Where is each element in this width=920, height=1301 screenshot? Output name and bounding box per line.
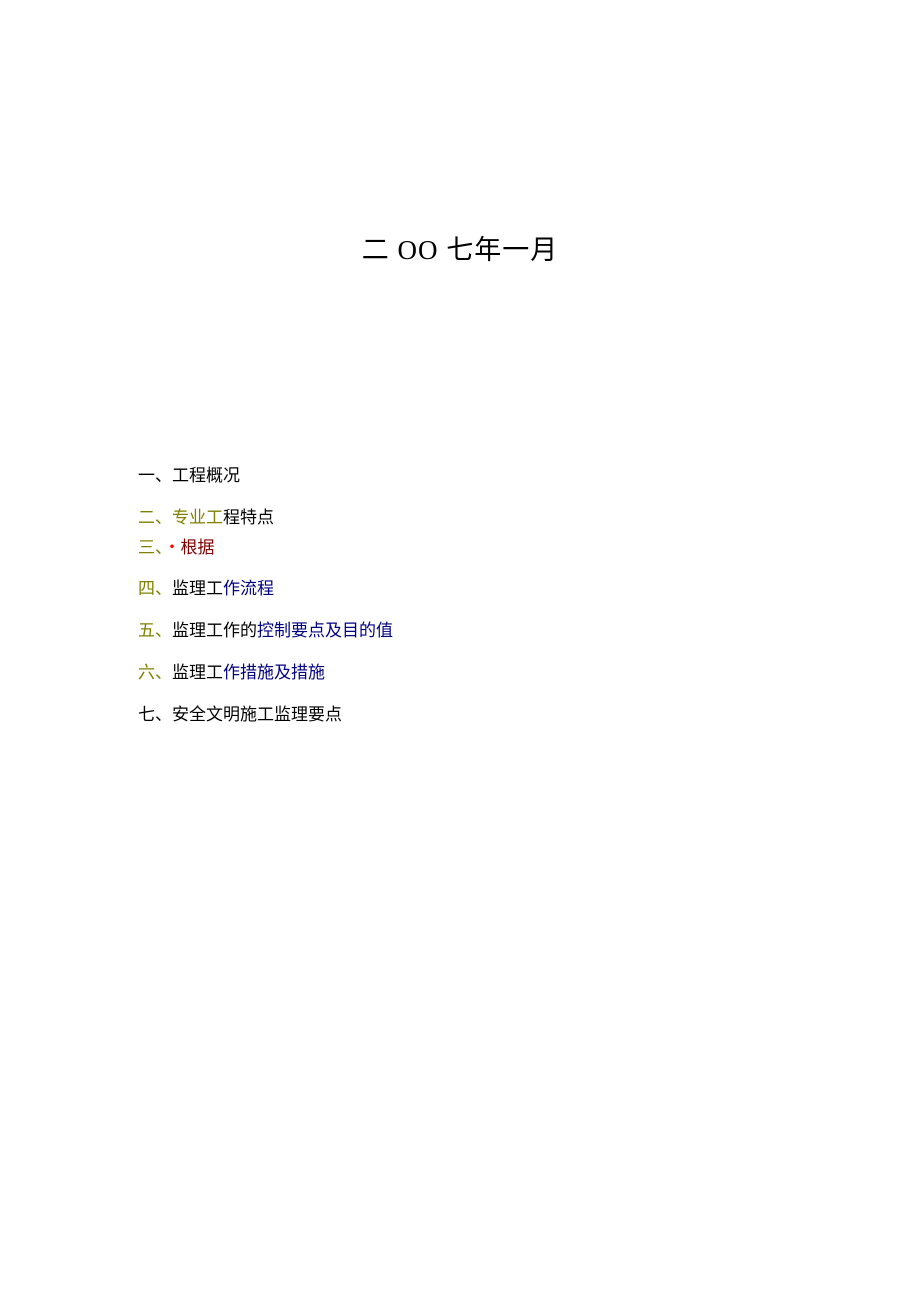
toc-item-6: 六、监理工作措施及措施	[138, 661, 393, 685]
toc-text: 根据	[181, 538, 215, 557]
toc-num: 二、	[138, 508, 172, 527]
toc-num: 七、	[138, 705, 172, 724]
toc-text: 作措施及措施	[223, 663, 325, 682]
toc-num: 六、	[138, 663, 172, 682]
toc-text: 程特点	[223, 508, 274, 527]
toc-text: 作流程	[223, 579, 274, 598]
toc-label: 专业工	[172, 508, 223, 527]
toc-text: 控制要点及目的值	[257, 621, 393, 640]
document-title: 二 OO 七年一月	[0, 228, 920, 267]
toc-item-7: 七、安全文明施工监理要点	[138, 703, 393, 727]
toc-label: 监理工	[172, 663, 223, 682]
toc-label: 监理工作的	[172, 621, 257, 640]
toc-label: 监理工	[172, 579, 223, 598]
toc-text: 安全文明施工监理要点	[172, 705, 342, 724]
toc-num: 三、	[138, 538, 164, 557]
toc-num: 一、	[138, 466, 172, 485]
toc-item-5: 五、监理工作的控制要点及目的值	[138, 619, 393, 643]
toc-item-1: 一、工程概况	[138, 464, 393, 488]
toc-num: 四、	[138, 579, 172, 598]
bullet-icon: ・	[164, 538, 181, 557]
toc-item-3: 三、・根据	[138, 536, 393, 560]
toc-num: 五、	[138, 621, 172, 640]
table-of-contents: 一、工程概况 二、专业工程特点 三、・根据 四、监理工作流程 五、监理工作的控制…	[138, 464, 393, 745]
toc-item-2: 二、专业工程特点	[138, 506, 393, 530]
toc-text: 工程概况	[172, 466, 240, 485]
toc-item-4: 四、监理工作流程	[138, 577, 393, 601]
